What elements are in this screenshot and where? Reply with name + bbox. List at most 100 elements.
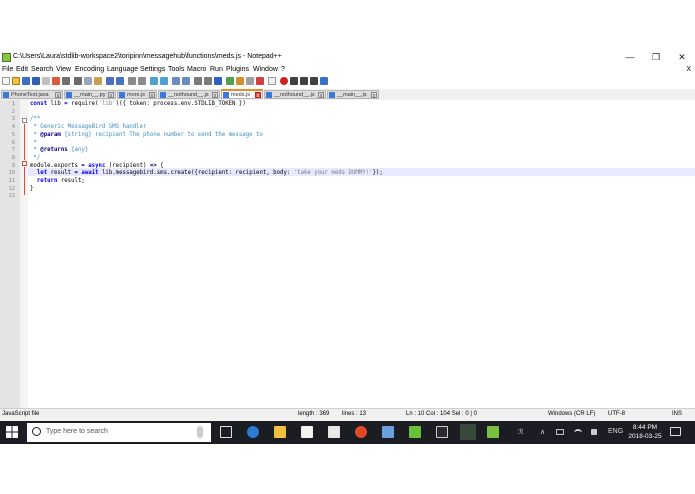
tray-r-icon[interactable]: ℛ bbox=[518, 428, 524, 436]
code-line[interactable]: */ bbox=[30, 155, 40, 161]
tray-chevron-icon[interactable]: ∧ bbox=[540, 428, 545, 436]
code-line[interactable]: module.exports = async (recipient) => { bbox=[30, 163, 164, 169]
code-line[interactable]: * Generic MessageBird SMS handler bbox=[30, 124, 146, 130]
menu-search[interactable]: Search bbox=[31, 66, 53, 73]
menu-view[interactable]: View bbox=[56, 66, 71, 73]
code-line[interactable]: * bbox=[30, 140, 36, 146]
play-macro-icon[interactable] bbox=[300, 77, 308, 85]
windows-start-icon[interactable] bbox=[6, 426, 18, 438]
monitoring-icon[interactable] bbox=[268, 77, 276, 85]
mail-icon[interactable] bbox=[328, 426, 340, 438]
code-editor[interactable]: 1 2 3 4 5 6 7 8 9 10 11 12 13 const lib = require('l… bbox=[0, 100, 695, 408]
battery-icon[interactable] bbox=[556, 429, 564, 435]
close-all-icon[interactable] bbox=[52, 77, 60, 85]
language-icon[interactable] bbox=[226, 77, 234, 85]
menu-help[interactable]: ? bbox=[281, 66, 285, 73]
code-line[interactable]: const lib = require('lib')({ token: proc… bbox=[30, 101, 246, 107]
tab-close-icon[interactable]: x bbox=[371, 92, 377, 98]
menu-run[interactable]: Run bbox=[210, 66, 223, 73]
tab-main-js[interactable]: __main__.js x bbox=[327, 90, 379, 99]
sync-vertical-icon[interactable] bbox=[172, 77, 180, 85]
wifi-icon[interactable] bbox=[574, 429, 582, 437]
tab-close-icon[interactable]: x bbox=[108, 92, 114, 98]
title-bar[interactable]: C:\Users\Laura\stdlib-workspace2\toripin… bbox=[0, 50, 695, 65]
undo-icon[interactable] bbox=[106, 77, 114, 85]
close-file-icon[interactable] bbox=[42, 77, 50, 85]
stop-macro-icon[interactable] bbox=[290, 77, 298, 85]
tab-close-icon[interactable]: x bbox=[212, 92, 218, 98]
menu-settings[interactable]: Settings bbox=[140, 66, 165, 73]
new-file-icon[interactable] bbox=[2, 77, 10, 85]
menu-edit[interactable]: Edit bbox=[16, 66, 28, 73]
replace-icon[interactable] bbox=[138, 77, 146, 85]
menu-language[interactable]: Language bbox=[107, 66, 138, 73]
taskbar-clock[interactable]: 8:44 PM 2018-03-25 bbox=[628, 423, 662, 441]
zoom-out-icon[interactable] bbox=[160, 77, 168, 85]
code-line[interactable]: let result = await lib.messagebird.sms.c… bbox=[30, 170, 383, 176]
file-explorer-icon[interactable] bbox=[274, 426, 286, 438]
print-icon[interactable] bbox=[62, 77, 70, 85]
task-view-icon[interactable] bbox=[220, 426, 232, 438]
save-macro-icon[interactable] bbox=[320, 77, 328, 85]
open-file-icon[interactable] bbox=[12, 77, 20, 85]
code-line[interactable]: return result; bbox=[30, 178, 85, 184]
terminal-icon[interactable] bbox=[436, 426, 448, 438]
tab-close-icon[interactable]: x bbox=[149, 92, 155, 98]
code-line[interactable]: * @param {string} recipient The phone nu… bbox=[30, 132, 262, 138]
copy-icon[interactable] bbox=[84, 77, 92, 85]
volume-icon[interactable] bbox=[591, 429, 597, 435]
show-all-chars-icon[interactable] bbox=[204, 77, 212, 85]
minimize-button[interactable]: — bbox=[618, 51, 642, 64]
find-icon[interactable] bbox=[128, 77, 136, 85]
word-wrap-icon[interactable] bbox=[194, 77, 202, 85]
tab-nothound-js-2[interactable]: __nothound__.js x bbox=[264, 90, 326, 99]
tab-more-js[interactable]: more.js x bbox=[117, 90, 157, 99]
status-insert-mode[interactable]: INS bbox=[672, 411, 682, 417]
redo-icon[interactable] bbox=[116, 77, 124, 85]
action-center-icon[interactable] bbox=[670, 427, 681, 436]
menu-window[interactable]: Window bbox=[253, 66, 278, 73]
chrome-icon[interactable] bbox=[355, 426, 367, 438]
menu-encoding[interactable]: Encoding bbox=[75, 66, 104, 73]
sync-horizontal-icon[interactable] bbox=[182, 77, 190, 85]
folder-as-workspace-icon[interactable] bbox=[256, 77, 264, 85]
menu-macro[interactable]: Macro bbox=[187, 66, 206, 73]
record-macro-icon[interactable] bbox=[280, 77, 288, 85]
fold-toggle-icon[interactable] bbox=[22, 161, 27, 166]
notepadpp-alt-icon[interactable] bbox=[487, 426, 499, 438]
tab-close-icon[interactable]: x bbox=[255, 92, 261, 98]
tab-close-icon[interactable]: x bbox=[318, 92, 324, 98]
function-list-icon[interactable] bbox=[246, 77, 254, 85]
maximize-button[interactable]: ❐ bbox=[644, 51, 668, 64]
code-line[interactable]: * @returns {any} bbox=[30, 147, 88, 153]
store-icon[interactable] bbox=[301, 426, 313, 438]
cut-icon[interactable] bbox=[74, 77, 82, 85]
save-all-icon[interactable] bbox=[32, 77, 40, 85]
tab-main-py[interactable]: __main__.py x bbox=[64, 90, 116, 99]
menu-tools[interactable]: Tools bbox=[168, 66, 184, 73]
tab-meds-js[interactable]: meds.js x bbox=[221, 89, 263, 99]
paste-icon[interactable] bbox=[94, 77, 102, 85]
code-line[interactable]: /** bbox=[30, 116, 40, 122]
status-eol[interactable]: Windows (CR LF) bbox=[548, 411, 595, 417]
tab-phonetest-java[interactable]: PhoneTest.java x bbox=[1, 90, 63, 99]
green-app-icon[interactable] bbox=[409, 426, 421, 438]
run-macro-multiple-icon[interactable] bbox=[310, 77, 318, 85]
line-number-gutter[interactable]: 1 2 3 4 5 6 7 8 9 10 11 12 13 bbox=[0, 100, 20, 408]
edge-icon[interactable] bbox=[247, 426, 259, 438]
status-encoding[interactable]: UTF-8 bbox=[608, 411, 625, 417]
menu-file[interactable]: File bbox=[2, 66, 13, 73]
save-icon[interactable] bbox=[22, 77, 30, 85]
menu-plugins[interactable]: Plugins bbox=[226, 66, 249, 73]
microphone-icon[interactable] bbox=[197, 426, 203, 438]
notepadpp-taskbar-icon[interactable] bbox=[460, 424, 476, 440]
tab-close-icon[interactable]: x bbox=[55, 92, 61, 98]
close-button[interactable]: ✕ bbox=[670, 51, 694, 64]
fold-toggle-icon[interactable] bbox=[22, 118, 27, 123]
tab-nothound-js[interactable]: __nothound__.js x bbox=[158, 90, 220, 99]
doc-map-icon[interactable] bbox=[236, 77, 244, 85]
code-line[interactable]: } bbox=[30, 186, 33, 192]
language-indicator[interactable]: ENG bbox=[608, 428, 623, 435]
indent-guide-icon[interactable] bbox=[214, 77, 222, 85]
taskbar-search-box[interactable]: Type here to search bbox=[27, 423, 211, 442]
